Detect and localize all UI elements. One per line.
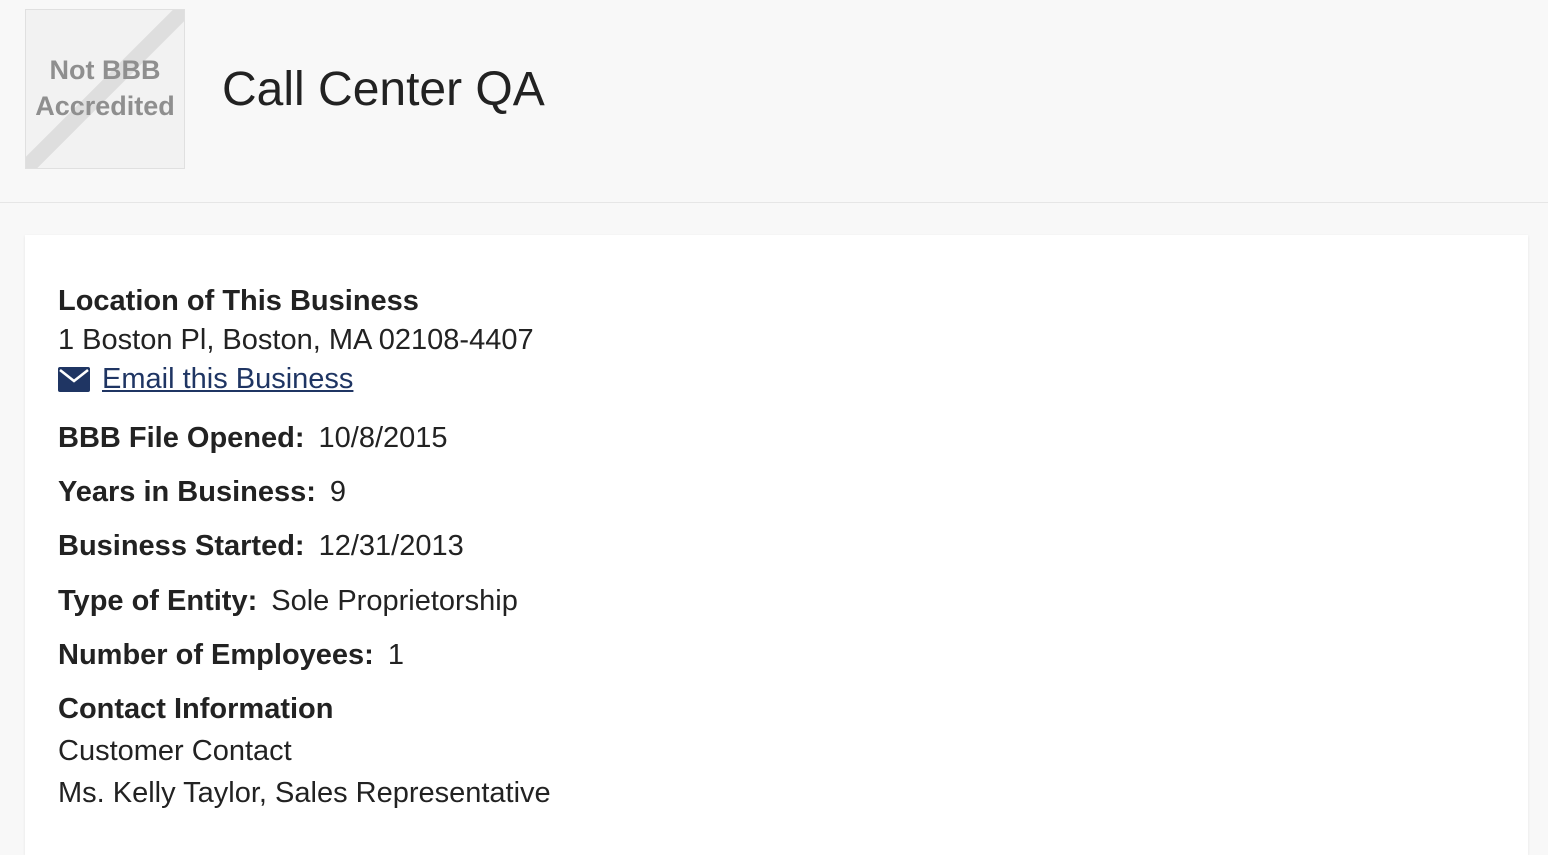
badge-line-2: Accredited — [35, 91, 175, 121]
years-in-business-value: 9 — [329, 476, 347, 508]
badge-line-1: Not BBB — [49, 55, 161, 85]
file-opened-row: BBB File Opened: 10/8/2015 — [58, 419, 448, 458]
location-label: Location of This Business — [58, 285, 419, 317]
business-address: 1 Boston Pl, Boston, MA 02108-4407 — [58, 324, 534, 356]
contact-person: Ms. Kelly Taylor, Sales Representative — [58, 777, 551, 809]
file-opened-value: 10/8/2015 — [318, 422, 448, 454]
employees-row: Number of Employees: 1 — [58, 636, 404, 675]
years-in-business-row: Years in Business: 9 — [58, 473, 346, 512]
business-started-label: Business Started: — [58, 530, 305, 562]
envelope-icon — [58, 367, 90, 392]
email-business-row[interactable]: Email this Business — [58, 360, 534, 399]
file-opened-label: BBB File Opened: — [58, 422, 305, 454]
entity-type-row: Type of Entity: Sole Proprietorship — [58, 582, 518, 621]
business-started-row: Business Started: 12/31/2013 — [58, 527, 464, 566]
entity-type-value: Sole Proprietorship — [271, 585, 518, 617]
contact-label: Contact Information — [58, 693, 334, 725]
employees-label: Number of Employees: — [58, 639, 374, 671]
business-header: Not BBB Accredited Call Center QA — [0, 0, 1548, 203]
not-accredited-badge: Not BBB Accredited — [25, 9, 185, 169]
years-in-business-label: Years in Business: — [58, 476, 316, 508]
business-name-title: Call Center QA — [222, 63, 545, 116]
business-details-card: Location of This Business 1 Boston Pl, B… — [25, 235, 1528, 855]
contact-section: Contact Information Customer Contact Ms.… — [58, 690, 551, 813]
business-started-value: 12/31/2013 — [318, 530, 464, 562]
badge-text: Not BBB Accredited — [26, 52, 184, 124]
location-section: Location of This Business 1 Boston Pl, B… — [58, 282, 534, 399]
email-business-link[interactable]: Email this Business — [102, 360, 353, 399]
employees-value: 1 — [387, 639, 404, 671]
entity-type-label: Type of Entity: — [58, 585, 258, 617]
contact-role: Customer Contact — [58, 735, 292, 767]
